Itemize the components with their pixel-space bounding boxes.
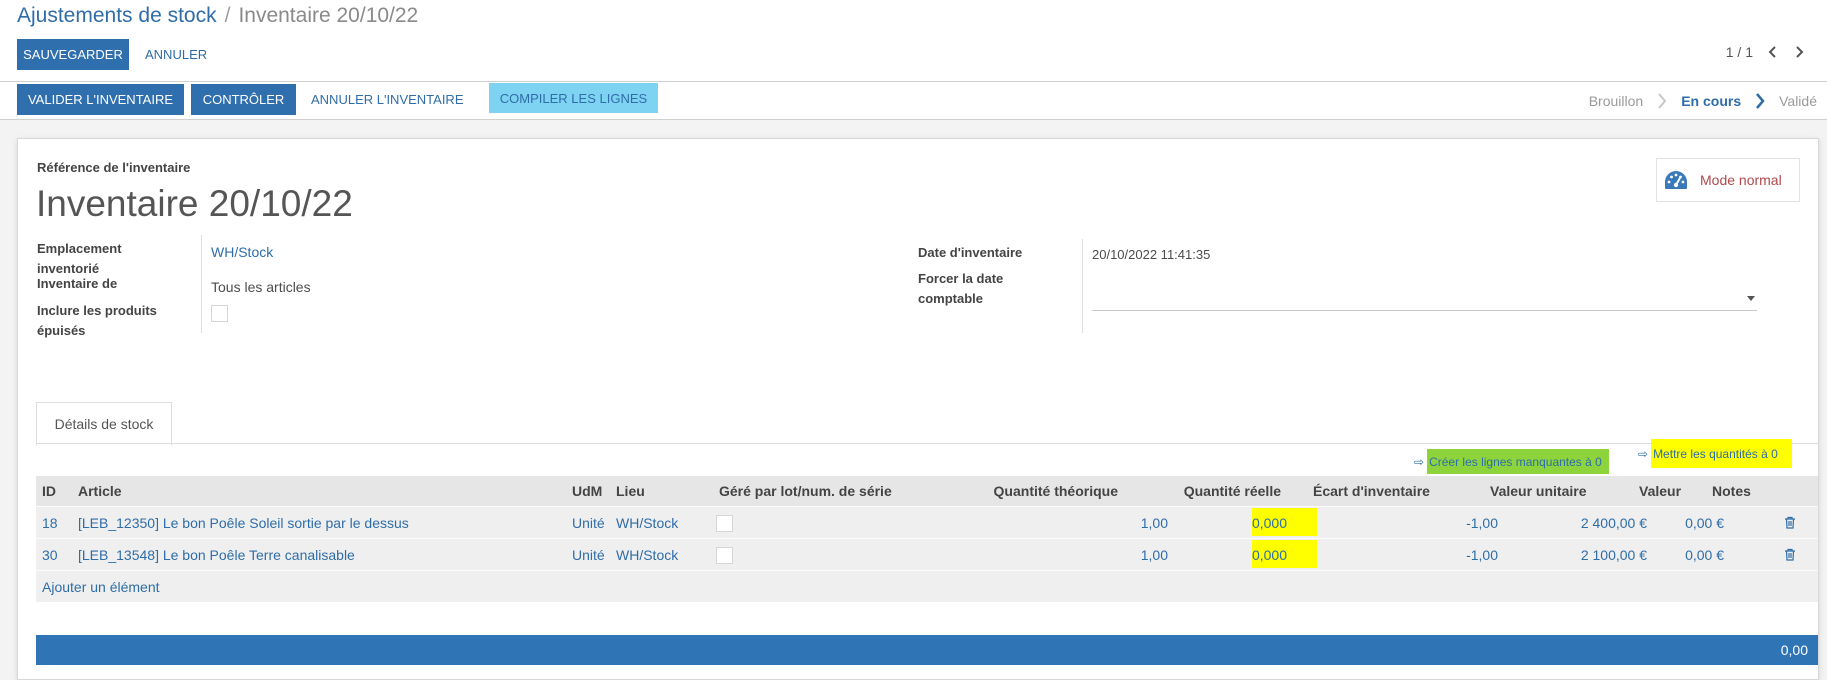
location-label: Emplacement inventorié [37,241,122,276]
form-sheet: Référence de l'inventaire Inventaire 20/… [17,138,1819,680]
compile-lines-button[interactable]: COMPILER LES LIGNES [489,83,658,113]
accounting-date-label: Forcer la date comptable [918,271,1004,306]
row-value: 0,00 € [1685,546,1724,563]
mode-normal-button[interactable]: Mode normal [1656,158,1800,202]
statusbar: VALIDER L'INVENTAIRE CONTRÔLER ANNULER L… [0,82,1827,120]
create-missing-lines-button[interactable]: ⇨ Créer les lignes manquantes à 0 [1414,448,1609,475]
table-total-bar: 0,00 [36,635,1818,665]
chevron-right-icon[interactable] [1793,45,1805,59]
trash-icon[interactable] [1784,516,1796,529]
set-quantities-zero-label: Mettre les quantités à 0 [1651,439,1792,468]
inventory-date-label: Date d'inventaire [918,245,1023,260]
col-lot[interactable]: Géré par lot/num. de série [719,483,892,499]
row-real-qty[interactable]: 0,000 [1252,515,1287,531]
location-link[interactable]: WH/Stock [211,244,273,260]
col-notes[interactable]: Notes [1712,483,1751,499]
inventory-lines-table: ID Article UdM Lieu Géré par lot/num. de… [36,476,1818,602]
row-value: 0,00 € [1685,514,1724,531]
row-difference: -1,00 [1466,546,1498,563]
col-uom[interactable]: UdM [572,483,602,499]
status-step-draft[interactable]: Brouillon [1589,93,1643,109]
chevron-left-icon[interactable] [1767,45,1779,59]
accounting-date-input[interactable] [1092,286,1757,311]
page-title[interactable]: Inventaire 20/10/22 [36,183,353,225]
row-lot-checkbox[interactable] [716,515,733,532]
exhausted-checkbox[interactable] [211,305,228,322]
row-location[interactable]: WH/Stock [616,547,678,563]
arrow-right-icon: ⇨ [1414,454,1425,469]
inventory-date-value[interactable]: 20/10/2022 11:41:35 [1092,247,1210,262]
trash-icon[interactable] [1784,548,1796,561]
tab-divider [36,443,1818,444]
save-button[interactable]: SAUVEGARDER [17,39,129,70]
set-quantities-zero-button[interactable]: ⇨ Mettre les quantités à 0 [1638,438,1792,469]
col-real-qty[interactable]: Quantité réelle [1184,483,1281,499]
row-unit-value: 2 100,00 € [1580,546,1647,563]
field-separator [1082,239,1083,333]
breadcrumb-separator: / [224,4,231,27]
table-header: ID Article UdM Lieu Géré par lot/num. de… [36,476,1818,506]
field-separator [201,235,202,333]
tab-stock-details[interactable]: Détails de stock [36,402,172,446]
products-value[interactable]: Tous les articles [211,279,311,295]
col-value[interactable]: Valeur [1639,483,1681,499]
dashboard-gauge-icon [1665,171,1687,189]
status-steps: Brouillon En cours Validé [1589,82,1817,119]
dropdown-caret-icon [1747,296,1755,301]
add-line-link[interactable]: Ajouter un élément [42,579,160,595]
col-article[interactable]: Article [78,483,122,499]
exhausted-label: Inclure les produits épuisés [37,303,157,338]
breadcrumb-current: Inventaire 20/10/22 [238,4,419,27]
col-theoretical-qty[interactable]: Quantité théorique [994,483,1118,499]
table-row[interactable]: 18 [LEB_12350] Le bon Poêle Soleil sorti… [36,506,1818,538]
row-real-qty[interactable]: 0,000 [1252,547,1287,563]
row-theoretical-qty: 1,00 [1140,546,1168,563]
reference-label: Référence de l'inventaire [37,160,191,175]
arrow-right-icon: ⇨ [1638,446,1649,461]
status-step-in-progress[interactable]: En cours [1681,93,1741,109]
col-location[interactable]: Lieu [616,483,645,499]
discard-button[interactable]: ANNULER [145,47,207,62]
add-line-row: Ajouter un élément [36,570,1818,602]
row-unit-value: 2 400,00 € [1580,514,1647,531]
col-id[interactable]: ID [42,483,56,499]
row-article[interactable]: [LEB_13548] Le bon Poêle Terre canalisab… [78,547,355,563]
col-unit-value[interactable]: Valeur unitaire [1490,483,1586,499]
row-id: 18 [42,514,58,531]
chevron-right-icon [1658,92,1667,109]
breadcrumb: Ajustements de stock / Inventaire 20/10/22 [17,4,418,28]
table-row[interactable]: 30 [LEB_13548] Le bon Poêle Terre canali… [36,538,1818,570]
row-location[interactable]: WH/Stock [616,515,678,531]
chevron-right-icon [1756,92,1765,109]
row-uom[interactable]: Unité [572,515,605,531]
breadcrumb-parent-link[interactable]: Ajustements de stock [17,4,217,27]
validate-inventory-button[interactable]: VALIDER L'INVENTAIRE [17,84,184,115]
pager: 1 / 1 [1726,44,1805,60]
row-lot-checkbox[interactable] [716,547,733,564]
control-button[interactable]: CONTRÔLER [191,84,296,115]
row-id: 30 [42,546,58,563]
create-missing-lines-label: Créer les lignes manquantes à 0 [1427,449,1609,474]
row-article[interactable]: [LEB_12350] Le bon Poêle Soleil sortie p… [78,515,409,531]
mode-normal-label: Mode normal [1700,172,1782,188]
col-difference[interactable]: Écart d'inventaire [1313,483,1430,499]
control-panel: Ajustements de stock / Inventaire 20/10/22… [0,0,1827,82]
status-step-done[interactable]: Validé [1779,93,1817,109]
pager-value: 1 / 1 [1725,44,1753,60]
total-value: 0,00 [1780,642,1808,658]
cancel-inventory-button[interactable]: ANNULER L'INVENTAIRE [311,92,464,107]
row-uom[interactable]: Unité [572,547,605,563]
row-theoretical-qty: 1,00 [1140,514,1168,531]
row-difference: -1,00 [1466,514,1498,531]
products-label: Inventaire de [37,276,118,291]
